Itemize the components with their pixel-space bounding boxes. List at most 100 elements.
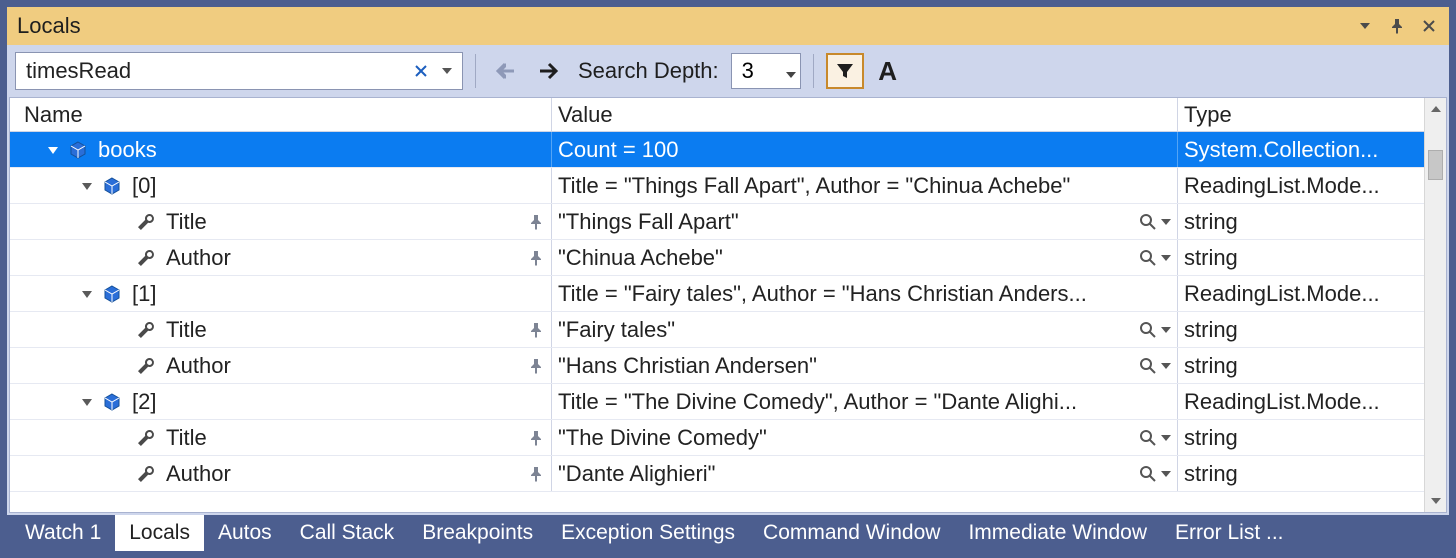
row-name: [2] [132,389,156,415]
search-input[interactable] [24,57,408,85]
table-row[interactable]: books Count = 100 System.Collection... [10,132,1424,168]
search-depth-select[interactable]: 3 [731,53,801,89]
tab-exception-settings[interactable]: Exception Settings [547,515,749,551]
pin-icon[interactable] [525,466,547,482]
pin-icon[interactable] [525,358,547,374]
scroll-up-icon[interactable] [1425,98,1446,120]
search-prev-button[interactable] [488,53,524,89]
row-name: [1] [132,281,156,307]
locals-grid: Name Value Type books Count = 100 System.C… [9,97,1447,513]
toolbar-separator [813,54,814,88]
property-icon [134,210,158,234]
pin-icon[interactable] [525,250,547,266]
table-row[interactable]: [0]Title = "Things Fall Apart", Author =… [10,168,1424,204]
row-value: "Fairy tales" [558,317,1139,343]
tab-locals[interactable]: Locals [115,515,204,551]
tab-breakpoints[interactable]: Breakpoints [408,515,547,551]
visualizer-icon[interactable] [1139,465,1171,483]
pin-window-icon[interactable] [1383,12,1411,40]
expander-icon [112,465,130,483]
row-type: string [1184,461,1238,487]
search-dropdown-icon[interactable] [434,56,460,86]
row-type: ReadingList.Mode... [1184,281,1380,307]
column-header-name[interactable]: Name [10,98,552,131]
row-value: "Hans Christian Andersen" [558,353,1139,379]
expander-icon [112,429,130,447]
visualizer-icon[interactable] [1139,429,1171,447]
tab-autos[interactable]: Autos [204,515,286,551]
search-next-button[interactable] [530,53,566,89]
table-row[interactable]: Author "Dante Alighieri" string [10,456,1424,492]
row-name: Author [166,245,231,271]
expander-icon[interactable] [44,141,62,159]
property-icon [134,246,158,270]
filter-button[interactable] [826,53,864,89]
close-window-icon[interactable] [1415,12,1443,40]
row-name: Author [166,461,231,487]
row-type: ReadingList.Mode... [1184,173,1380,199]
window-title: Locals [17,13,1347,39]
tab-immediate-window[interactable]: Immediate Window [954,515,1161,551]
row-value: "Things Fall Apart" [558,209,1139,235]
text-format-button[interactable]: A [870,53,906,89]
table-row[interactable]: Title"The Divine Comedy"string [10,420,1424,456]
row-value: Title = "Fairy tales", Author = "Hans Ch… [558,281,1177,307]
expander-icon [112,321,130,339]
pin-icon[interactable] [525,214,547,230]
row-name: Title [166,425,207,451]
visualizer-icon[interactable] [1139,357,1171,375]
row-value: "Dante Alighieri" [558,461,1139,487]
toolbar-separator [475,54,476,88]
row-name: Title [166,317,207,343]
row-value: Count = 100 [558,137,1177,163]
pin-icon[interactable] [525,430,547,446]
column-headers: Name Value Type [10,98,1424,132]
expander-icon[interactable] [78,393,96,411]
object-icon [100,390,124,414]
expander-icon[interactable] [78,177,96,195]
row-name: books [98,137,157,163]
visualizer-icon[interactable] [1139,321,1171,339]
expander-icon [112,249,130,267]
table-row[interactable]: Title"Things Fall Apart"string [10,204,1424,240]
table-row[interactable]: Author"Hans Christian Andersen"string [10,348,1424,384]
visualizer-icon[interactable] [1139,249,1171,267]
scroll-down-icon[interactable] [1425,490,1446,512]
pin-icon[interactable] [525,322,547,338]
row-type: string [1184,353,1238,379]
vertical-scrollbar[interactable] [1424,98,1446,512]
row-value: "Chinua Achebe" [558,245,1139,271]
search-depth-label: Search Depth: [578,58,719,84]
window-dropdown-icon[interactable] [1351,12,1379,40]
visualizer-icon[interactable] [1139,213,1171,231]
table-row[interactable]: [1] Title = "Fairy tales", Author = "Hans… [10,276,1424,312]
property-icon [134,318,158,342]
tab-call-stack[interactable]: Call Stack [286,515,409,551]
tab-watch-1[interactable]: Watch 1 [11,515,115,551]
row-type: string [1184,209,1238,235]
expander-icon[interactable] [78,285,96,303]
row-type: string [1184,245,1238,271]
row-type: string [1184,425,1238,451]
row-value: Title = "The Divine Comedy", Author = "D… [558,389,1177,415]
scrollbar-thumb[interactable] [1428,150,1443,180]
table-row[interactable]: Title"Fairy tales"string [10,312,1424,348]
table-row[interactable]: Author "Chinua Achebe" string [10,240,1424,276]
tab-command-window[interactable]: Command Window [749,515,954,551]
property-icon [134,354,158,378]
tab-error-list[interactable]: Error List ... [1161,515,1298,551]
row-type: ReadingList.Mode... [1184,389,1380,415]
row-type: System.Collection... [1184,137,1378,163]
column-header-value[interactable]: Value [552,98,1178,131]
bottom-tabs: Watch 1LocalsAutosCall StackBreakpointsE… [7,515,1449,551]
table-row[interactable]: [2] Title = "The Divine Comedy", Author =… [10,384,1424,420]
object-icon [66,138,90,162]
titlebar: Locals [7,7,1449,45]
expander-icon [112,213,130,231]
clear-search-icon[interactable] [408,56,434,86]
locals-window: Locals Search Depth: 3 [0,0,1456,558]
search-box[interactable] [15,52,463,90]
row-value: Title = "Things Fall Apart", Author = "C… [558,173,1177,199]
property-icon [134,426,158,450]
column-header-type[interactable]: Type [1178,98,1424,131]
